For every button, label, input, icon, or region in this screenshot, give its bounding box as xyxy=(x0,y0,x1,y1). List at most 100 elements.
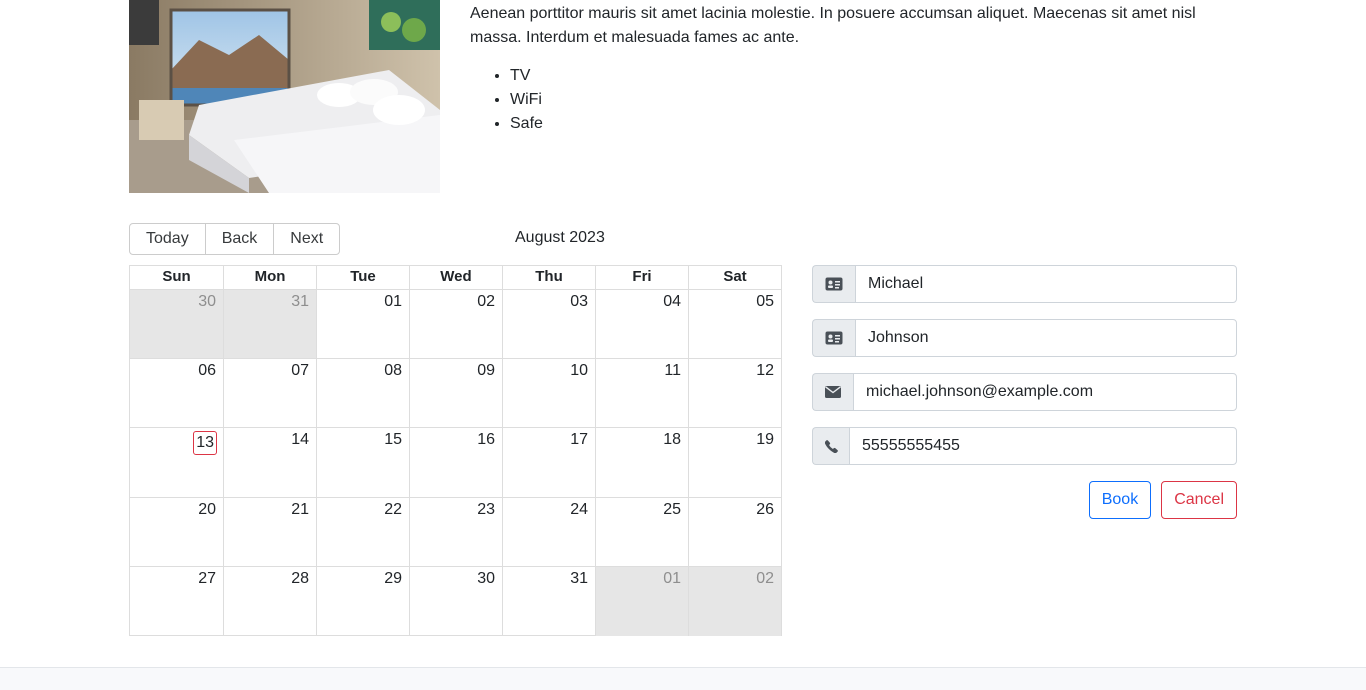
day-number: 25 xyxy=(663,500,681,518)
envelope-icon xyxy=(812,373,853,411)
calendar-day[interactable]: 28 xyxy=(223,566,316,636)
calendar-day[interactable]: 02 xyxy=(688,566,781,636)
calendar-day[interactable]: 31 xyxy=(502,566,595,636)
amenity-item: Safe xyxy=(510,112,1240,136)
day-number: 16 xyxy=(477,431,495,449)
calendar-day[interactable]: 24 xyxy=(502,497,595,567)
next-button[interactable]: Next xyxy=(273,223,341,255)
day-number: 20 xyxy=(198,500,216,518)
day-number: 04 xyxy=(663,293,681,310)
last-name-group xyxy=(812,319,1237,357)
month-label: August 2023 xyxy=(515,229,605,246)
day-number: 14 xyxy=(291,431,309,449)
calendar-day[interactable]: 22 xyxy=(316,497,409,567)
calendar-day[interactable]: 03 xyxy=(502,290,595,360)
calendar-day[interactable]: 16 xyxy=(409,428,502,498)
book-button[interactable]: Book xyxy=(1088,481,1152,519)
calendar-day[interactable]: 02 xyxy=(409,290,502,360)
day-number: 15 xyxy=(384,431,402,449)
calendar-day[interactable]: 10 xyxy=(502,359,595,429)
month-calendar: Sun Mon Tue Wed Thu Fri Sat 30 31 01 02 03 04… xyxy=(129,265,782,636)
day-number: 03 xyxy=(570,293,588,310)
calendar-day[interactable]: 23 xyxy=(409,497,502,567)
calendar-day[interactable]: 26 xyxy=(688,497,781,567)
weekday-label: Tue xyxy=(316,266,409,289)
calendar-day[interactable]: 30 xyxy=(409,566,502,636)
calendar-day[interactable]: 01 xyxy=(316,290,409,360)
day-number: 02 xyxy=(756,569,774,587)
calendar-day[interactable]: 27 xyxy=(130,567,223,636)
weekday-label: Mon xyxy=(223,266,316,289)
calendar-day[interactable]: 19 xyxy=(688,428,781,498)
first-name-group xyxy=(812,265,1237,303)
weekday-label: Wed xyxy=(409,266,502,289)
calendar-day[interactable]: 30 xyxy=(130,290,223,360)
amenity-item: WiFi xyxy=(510,88,1240,112)
room-description: Aenean porttitor mauris sit amet lacinia… xyxy=(470,2,1240,136)
email-field[interactable] xyxy=(853,373,1237,411)
day-number: 30 xyxy=(477,569,495,587)
room-photo xyxy=(129,0,440,193)
calendar-day[interactable]: 31 xyxy=(223,290,316,360)
calendar-day[interactable]: 06 xyxy=(130,359,223,429)
calendar-day[interactable]: 04 xyxy=(595,290,688,360)
calendar-day-today[interactable]: 13 xyxy=(130,428,223,498)
calendar-day[interactable]: 01 xyxy=(595,566,688,636)
weekday-label: Fri xyxy=(595,266,688,289)
booking-form: Book Cancel xyxy=(812,265,1237,519)
weekday-label: Sun xyxy=(162,268,191,285)
back-button[interactable]: Back xyxy=(204,223,275,255)
day-number: 01 xyxy=(663,569,681,587)
day-number: 13 xyxy=(193,431,217,456)
day-number: 18 xyxy=(663,431,681,449)
day-number: 05 xyxy=(756,293,774,310)
day-number: 09 xyxy=(477,362,495,380)
calendar-days: 30 31 01 02 03 04 05 06 07 08 09 10 11 12 13 14 15 16 17 18… xyxy=(130,290,781,636)
day-number: 24 xyxy=(570,500,588,518)
cancel-button[interactable]: Cancel xyxy=(1161,481,1237,519)
day-number: 27 xyxy=(198,569,216,587)
calendar-day[interactable]: 18 xyxy=(595,428,688,498)
first-name-field[interactable] xyxy=(855,265,1237,303)
day-number: 07 xyxy=(291,362,309,380)
day-number: 29 xyxy=(384,569,402,587)
calendar-day[interactable]: 12 xyxy=(688,359,781,429)
day-number: 23 xyxy=(477,500,495,518)
calendar-day[interactable]: 05 xyxy=(688,290,781,360)
day-number: 30 xyxy=(198,293,216,310)
phone-icon xyxy=(812,427,849,465)
day-number: 12 xyxy=(756,362,774,380)
day-number: 21 xyxy=(291,500,309,518)
calendar-day[interactable]: 11 xyxy=(595,359,688,429)
calendar-toolbar: Today Back Next xyxy=(129,223,341,255)
day-number: 01 xyxy=(384,293,402,310)
calendar-day[interactable]: 15 xyxy=(316,428,409,498)
day-number: 10 xyxy=(570,362,588,380)
day-number: 19 xyxy=(756,431,774,449)
calendar-day[interactable]: 07 xyxy=(223,359,316,429)
day-number: 02 xyxy=(477,293,495,310)
weekday-label: Thu xyxy=(502,266,595,289)
day-number: 17 xyxy=(570,431,588,449)
calendar-day[interactable]: 17 xyxy=(502,428,595,498)
id-card-icon xyxy=(812,319,855,357)
amenities-list: TV WiFi Safe xyxy=(470,64,1240,136)
amenity-item: TV xyxy=(510,64,1240,88)
id-card-icon xyxy=(812,265,855,303)
calendar-day[interactable]: 20 xyxy=(130,498,223,567)
page-footer xyxy=(0,667,1366,690)
day-number: 06 xyxy=(198,362,216,380)
today-button[interactable]: Today xyxy=(129,223,206,255)
last-name-field[interactable] xyxy=(855,319,1237,357)
calendar-day[interactable]: 29 xyxy=(316,566,409,636)
calendar-day[interactable]: 14 xyxy=(223,428,316,498)
calendar-day[interactable]: 21 xyxy=(223,497,316,567)
phone-group xyxy=(812,427,1237,465)
day-number: 08 xyxy=(384,362,402,380)
calendar-day[interactable]: 09 xyxy=(409,359,502,429)
calendar-day[interactable]: 25 xyxy=(595,497,688,567)
day-number: 28 xyxy=(291,569,309,587)
phone-field[interactable] xyxy=(849,427,1237,465)
day-number: 22 xyxy=(384,500,402,518)
calendar-day[interactable]: 08 xyxy=(316,359,409,429)
